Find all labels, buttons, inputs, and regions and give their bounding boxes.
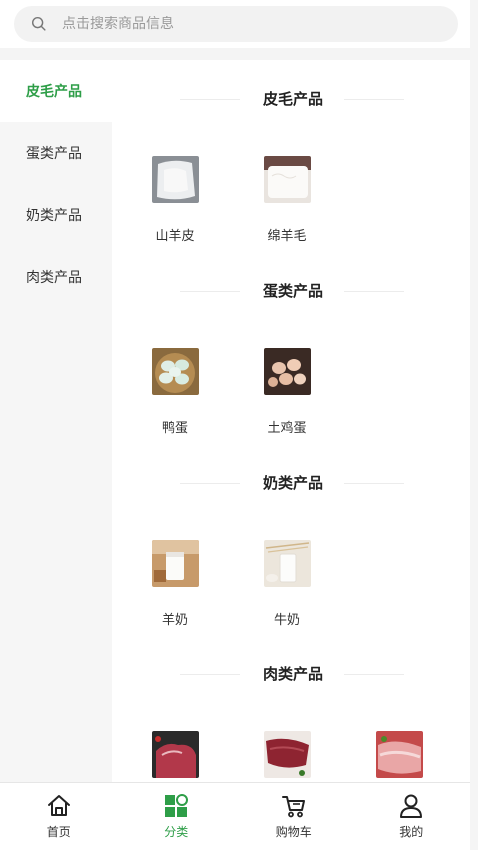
right-edge — [470, 0, 478, 850]
product-image — [151, 731, 199, 778]
sidebar-item-label: 蛋类产品 — [26, 146, 82, 162]
section-header-eggs: 蛋类产品 — [112, 281, 470, 301]
sidebar-item-dairy[interactable]: 奶类产品 — [0, 184, 112, 246]
tab-home[interactable]: 首页 — [0, 783, 118, 850]
bottom-tab-bar: 首页 分类 购物车 我的 — [0, 782, 470, 850]
product-image — [151, 348, 199, 395]
cart-icon — [281, 796, 305, 818]
section-header-dairy: 奶类产品 — [112, 473, 470, 493]
tab-label: 分类 — [164, 825, 189, 839]
section-title: 皮毛产品 — [262, 90, 323, 108]
section-title: 奶类产品 — [262, 474, 323, 492]
top-divider — [0, 48, 470, 60]
tab-label: 首页 — [46, 825, 71, 839]
divider-line — [344, 291, 404, 292]
product-name: 鸭蛋 — [161, 421, 188, 436]
sidebar-item-meat[interactable]: 肉类产品 — [0, 246, 112, 308]
home-icon — [47, 795, 70, 816]
product-meat-1[interactable] — [135, 731, 215, 778]
tab-label: 我的 — [399, 825, 424, 839]
product-name: 绵羊毛 — [267, 229, 307, 244]
product-free-range-egg[interactable]: 土鸡蛋 — [247, 348, 327, 436]
product-goat-skin[interactable]: 山羊皮 — [135, 156, 215, 244]
tab-profile[interactable]: 我的 — [353, 783, 471, 850]
category-icon — [165, 794, 189, 817]
category-sidebar: 皮毛产品 蛋类产品 奶类产品 肉类产品 — [0, 60, 112, 782]
divider-line — [344, 99, 404, 100]
product-list[interactable]: 皮毛产品 山羊皮 绵羊毛 蛋类产品 鸭蛋 土鸡蛋 奶类产品 羊奶 牛奶 肉类产品 — [112, 60, 470, 782]
user-icon — [400, 794, 423, 818]
sidebar-item-label: 奶类产品 — [26, 208, 82, 224]
product-image — [263, 156, 311, 203]
product-meat-3[interactable] — [359, 731, 439, 778]
divider-line — [344, 483, 404, 484]
product-image — [263, 348, 311, 395]
product-image — [263, 731, 311, 778]
section-title: 蛋类产品 — [262, 282, 323, 300]
product-duck-egg[interactable]: 鸭蛋 — [135, 348, 215, 436]
product-sheep-wool[interactable]: 绵羊毛 — [247, 156, 327, 244]
product-name: 羊奶 — [161, 613, 188, 628]
product-goat-milk[interactable]: 羊奶 — [135, 540, 215, 628]
search-input[interactable] — [62, 16, 362, 32]
product-name: 牛奶 — [273, 613, 300, 628]
search-bar — [0, 0, 470, 48]
tab-label: 购物车 — [275, 825, 312, 839]
sidebar-item-label: 皮毛产品 — [26, 84, 82, 100]
sidebar-item-eggs[interactable]: 蛋类产品 — [0, 122, 112, 184]
search-box[interactable] — [14, 6, 458, 42]
product-cow-milk[interactable]: 牛奶 — [247, 540, 327, 628]
sidebar-item-label: 肉类产品 — [26, 270, 82, 286]
divider-line — [344, 674, 404, 675]
product-image — [375, 731, 423, 778]
sidebar-item-fur[interactable]: 皮毛产品 — [0, 60, 112, 122]
product-name: 土鸡蛋 — [267, 421, 307, 436]
section-header-fur: 皮毛产品 — [112, 89, 470, 109]
section-title: 肉类产品 — [262, 665, 323, 683]
product-image — [151, 540, 199, 587]
tab-category[interactable]: 分类 — [118, 783, 236, 850]
product-meat-2[interactable] — [247, 731, 327, 778]
product-image — [151, 156, 199, 203]
section-header-meat: 肉类产品 — [112, 664, 470, 684]
tab-cart[interactable]: 购物车 — [235, 783, 353, 850]
product-image — [263, 540, 311, 587]
search-icon — [31, 16, 46, 31]
product-name: 山羊皮 — [155, 229, 195, 244]
